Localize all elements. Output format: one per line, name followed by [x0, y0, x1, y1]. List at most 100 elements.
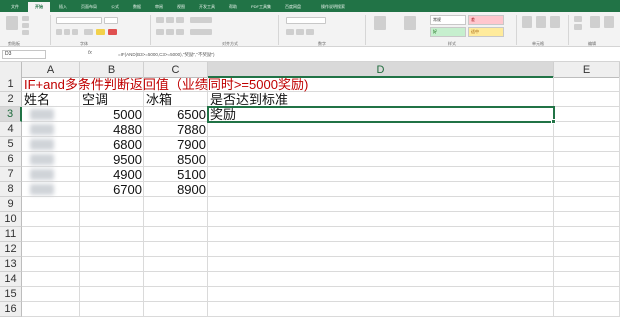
autosum-icon[interactable] — [574, 16, 582, 22]
sheet-title[interactable]: IF+and多条件判断返回值（业绩同时>=5000奖励) — [24, 77, 308, 92]
grid-cell[interactable] — [554, 272, 620, 287]
format-as-table-icon[interactable] — [404, 16, 416, 30]
grid-cell[interactable] — [208, 152, 554, 167]
grid-cell[interactable] — [208, 272, 554, 287]
align-middle-icon[interactable] — [166, 17, 174, 23]
grid-cell[interactable] — [554, 227, 620, 242]
row-header-16[interactable]: 16 — [0, 302, 22, 317]
tab-help[interactable]: 帮助 — [224, 2, 242, 12]
grid-cell[interactable] — [554, 197, 620, 212]
fill-handle[interactable] — [551, 119, 556, 124]
format-cells-icon[interactable] — [550, 16, 560, 28]
grid-cell[interactable] — [208, 227, 554, 242]
align-right-icon[interactable] — [176, 29, 184, 35]
column-header-d[interactable]: D — [208, 62, 554, 78]
ac-value[interactable]: 5000 — [80, 107, 144, 122]
row-header-11[interactable]: 11 — [0, 227, 22, 242]
tab-page-layout[interactable]: 页面布局 — [76, 2, 102, 12]
name-box[interactable]: D3 — [2, 50, 46, 59]
blurred-name[interactable] — [30, 139, 54, 150]
fridge-value[interactable]: 8500 — [144, 152, 208, 167]
grid-cell[interactable] — [208, 137, 554, 152]
fridge-value[interactable]: 7880 — [144, 122, 208, 137]
row-header-9[interactable]: 9 — [0, 197, 22, 212]
blurred-name[interactable] — [30, 169, 54, 180]
tell-me-search[interactable]: 操作说明搜索 — [312, 2, 354, 12]
grid-cell[interactable] — [144, 242, 208, 257]
cell-style-good[interactable]: 好 — [430, 27, 466, 37]
grid-cell[interactable] — [208, 287, 554, 302]
blurred-name[interactable] — [30, 124, 54, 135]
header-meets-target[interactable]: 是否达到标准 — [208, 92, 408, 107]
row-header-6[interactable]: 6 — [0, 152, 22, 167]
grid-cell[interactable] — [554, 302, 620, 317]
row-header-3[interactable]: 3 — [0, 107, 22, 122]
grid-cell[interactable] — [144, 197, 208, 212]
grid-cell[interactable] — [22, 212, 80, 227]
grid-cell[interactable] — [554, 182, 620, 197]
grid-cell[interactable] — [144, 272, 208, 287]
grid-cell[interactable] — [80, 212, 144, 227]
grid-cell[interactable] — [554, 287, 620, 302]
grid-cell[interactable] — [144, 212, 208, 227]
row-header-14[interactable]: 14 — [0, 272, 22, 287]
ac-value[interactable]: 6800 — [80, 137, 144, 152]
align-center-icon[interactable] — [166, 29, 174, 35]
column-header-a[interactable]: A — [22, 62, 80, 78]
grid-cell[interactable] — [80, 242, 144, 257]
row-header-10[interactable]: 10 — [0, 212, 22, 227]
grid-cell[interactable] — [554, 92, 620, 107]
grid-cell[interactable] — [554, 137, 620, 152]
grid-cell[interactable] — [144, 287, 208, 302]
grid-cell[interactable] — [208, 212, 554, 227]
select-all-corner[interactable] — [0, 62, 22, 78]
comma-style-icon[interactable] — [306, 29, 314, 35]
font-size-select[interactable] — [104, 17, 118, 24]
header-name[interactable]: 姓名 — [22, 92, 80, 107]
grid-cell[interactable] — [554, 257, 620, 272]
grid-cell[interactable] — [80, 272, 144, 287]
font-color-icon[interactable] — [108, 29, 117, 35]
cell-style-bad[interactable]: 差 — [468, 15, 504, 25]
header-refrigerator[interactable]: 冰箱 — [144, 92, 208, 107]
align-top-icon[interactable] — [156, 17, 164, 23]
column-header-c[interactable]: C — [144, 62, 208, 78]
tab-insert[interactable]: 插入 — [54, 2, 72, 12]
conditional-formatting-icon[interactable] — [374, 16, 386, 30]
ac-value[interactable]: 9500 — [80, 152, 144, 167]
grid-cell[interactable] — [554, 122, 620, 137]
column-header-b[interactable]: B — [80, 62, 144, 78]
fx-icon[interactable]: fx — [88, 50, 92, 56]
header-air-conditioner[interactable]: 空调 — [80, 92, 144, 107]
row-header-2[interactable]: 2 — [0, 92, 22, 107]
blurred-name[interactable] — [30, 109, 54, 120]
grid-cell[interactable] — [80, 257, 144, 272]
tab-view[interactable]: 视图 — [172, 2, 190, 12]
grid-cell[interactable] — [208, 197, 554, 212]
delete-cells-icon[interactable] — [536, 16, 546, 28]
number-format-select[interactable] — [286, 17, 326, 24]
grid-cell[interactable] — [22, 197, 80, 212]
ac-value[interactable]: 4900 — [80, 167, 144, 182]
grid-cell[interactable] — [22, 257, 80, 272]
sort-filter-icon[interactable] — [590, 16, 600, 28]
row-header-13[interactable]: 13 — [0, 257, 22, 272]
insert-cells-icon[interactable] — [522, 16, 532, 28]
find-select-icon[interactable] — [604, 16, 614, 28]
ac-value[interactable]: 4880 — [80, 122, 144, 137]
cell-style-neutral[interactable]: 适中 — [468, 27, 504, 37]
grid-cell[interactable] — [208, 167, 554, 182]
grid-cell[interactable] — [80, 287, 144, 302]
copy-icon[interactable] — [22, 23, 29, 28]
fridge-value[interactable]: 6500 — [144, 107, 208, 122]
grid-cell[interactable] — [144, 302, 208, 317]
merge-center-icon[interactable] — [190, 29, 212, 35]
grid-cell[interactable] — [144, 227, 208, 242]
align-left-icon[interactable] — [156, 29, 164, 35]
grid-cell[interactable] — [554, 77, 620, 92]
format-painter-icon[interactable] — [22, 30, 29, 35]
cut-icon[interactable] — [22, 16, 29, 21]
grid-cell[interactable] — [554, 167, 620, 182]
cell-style-normal[interactable]: 常规 — [430, 15, 466, 25]
blurred-name[interactable] — [30, 184, 54, 195]
